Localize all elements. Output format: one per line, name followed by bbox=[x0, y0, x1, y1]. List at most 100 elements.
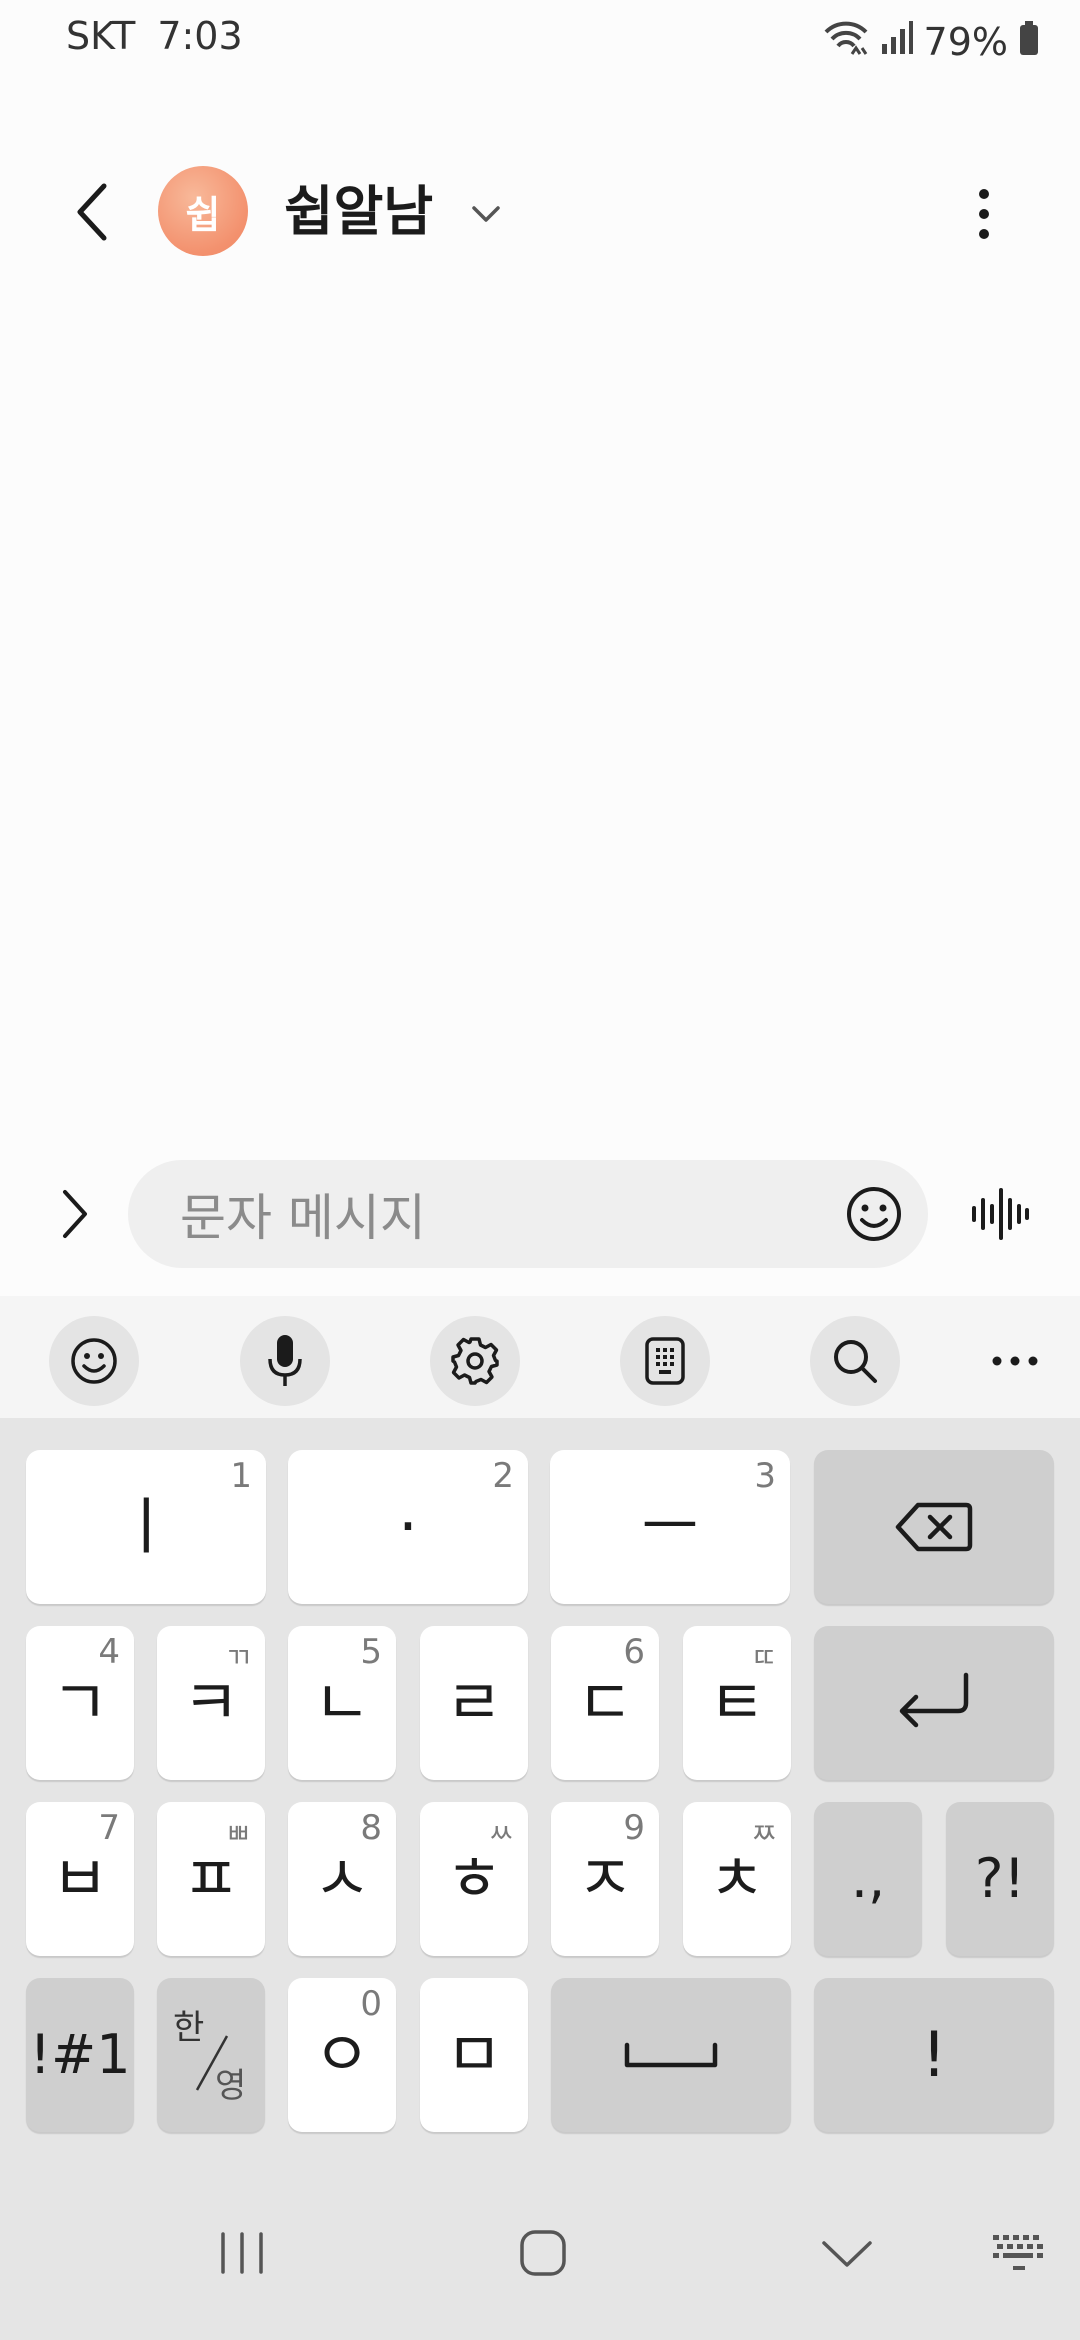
key-ieung[interactable]: ㅇ 0 bbox=[288, 1978, 396, 2132]
key-sub-label: 3 bbox=[754, 1456, 776, 1496]
language-switch-key[interactable]: 한 영 bbox=[157, 1978, 265, 2132]
key-dot[interactable]: · 2 bbox=[288, 1450, 528, 1604]
key-mieum[interactable]: ㅁ bbox=[420, 1978, 528, 2132]
key-sub-label: 8 bbox=[360, 1808, 382, 1848]
keyboard-toolbar bbox=[0, 1296, 1080, 1418]
key-giyeok[interactable]: ㄱ 4 bbox=[26, 1626, 134, 1780]
enter-key[interactable] bbox=[814, 1626, 1054, 1780]
key-label: ㅂ bbox=[51, 1842, 109, 1915]
signal-icon bbox=[880, 20, 914, 65]
key-label: ., bbox=[850, 1847, 886, 1910]
key-eu[interactable]: ㅡ 3 bbox=[550, 1450, 790, 1604]
key-label: ㄱ bbox=[51, 1666, 109, 1739]
symbols-key[interactable]: !#1 bbox=[26, 1978, 134, 2132]
key-label: ㅅ bbox=[313, 1842, 371, 1915]
enter-icon bbox=[899, 1672, 969, 1728]
composer-row: 문자 메시지 bbox=[0, 1160, 1080, 1270]
key-chieut[interactable]: ㅊ ㅉ bbox=[683, 1802, 791, 1956]
avatar-initial: 쉽 bbox=[185, 192, 221, 237]
key-label: ㄹ bbox=[445, 1666, 503, 1739]
key-sub-label: 4 bbox=[98, 1632, 120, 1672]
key-kieuk[interactable]: ㅋ ㄲ bbox=[157, 1626, 265, 1780]
key-label: ?! bbox=[974, 1847, 1026, 1910]
keyboard-switch-button[interactable] bbox=[964, 2208, 1074, 2298]
back-arrow-icon bbox=[77, 183, 107, 241]
conversation-header: 쉽 쉽알남 bbox=[0, 150, 1080, 274]
key-question-exclaim[interactable]: ?! bbox=[946, 1802, 1054, 1956]
voice-record-button[interactable] bbox=[962, 1182, 1038, 1246]
more-vertical-icon bbox=[979, 189, 989, 239]
home-button[interactable] bbox=[488, 2208, 598, 2298]
recent-apps-icon bbox=[221, 2232, 263, 2274]
key-label: ㅈ bbox=[576, 1842, 634, 1915]
keyboard-voice-input-button[interactable] bbox=[240, 1316, 330, 1406]
key-sub-label: 0 bbox=[360, 1984, 382, 2024]
keyboard-icon bbox=[993, 2235, 1043, 2270]
key-period-comma[interactable]: ., bbox=[814, 1802, 922, 1956]
message-input[interactable]: 문자 메시지 bbox=[128, 1160, 928, 1268]
smiley-icon bbox=[71, 1338, 117, 1384]
key-hieut[interactable]: ㅎ ㅆ bbox=[420, 1802, 528, 1956]
battery-icon bbox=[1018, 20, 1040, 65]
contact-avatar[interactable]: 쉽 bbox=[158, 166, 248, 256]
slash-divider bbox=[195, 2035, 229, 2091]
recent-apps-button[interactable] bbox=[187, 2208, 297, 2298]
key-pieup[interactable]: ㅍ ㅃ bbox=[157, 1802, 265, 1956]
status-bar: SKT 7:03 79% bbox=[0, 0, 1080, 84]
clock: 7:03 bbox=[157, 14, 243, 58]
key-label: !#1 bbox=[29, 2023, 131, 2086]
keyboard: ㅣ 1 · 2 ㅡ 3 ㄱ 4 ㅋ ㄲ ㄴ 5 ㄹ ㄷ 6 ㅌ ㄸ ㅂ 7 ㅍ … bbox=[0, 1418, 1080, 2170]
key-tieut[interactable]: ㅌ ㄸ bbox=[683, 1626, 791, 1780]
key-label: · bbox=[398, 1490, 418, 1563]
key-label: ㅇ bbox=[313, 2018, 371, 2091]
key-sub-label: ㄲ bbox=[225, 1641, 251, 1674]
key-label: ㅁ bbox=[445, 2018, 503, 2091]
key-label: ㅌ bbox=[708, 1666, 766, 1739]
keyboard-more-button[interactable] bbox=[970, 1316, 1060, 1406]
key-rieul[interactable]: ㄹ bbox=[420, 1626, 528, 1780]
key-sub-label: 1 bbox=[230, 1456, 252, 1496]
key-siot[interactable]: ㅅ 8 bbox=[288, 1802, 396, 1956]
key-sub-label: ㅉ bbox=[751, 1817, 777, 1850]
wifi-icon bbox=[822, 18, 870, 67]
key-digeut[interactable]: ㄷ 6 bbox=[551, 1626, 659, 1780]
key-jieut[interactable]: ㅈ 9 bbox=[551, 1802, 659, 1956]
key-label: ㅡ bbox=[641, 1490, 699, 1563]
chevron-down-icon[interactable] bbox=[464, 192, 508, 236]
keyboard-settings-button[interactable] bbox=[430, 1316, 520, 1406]
back-button[interactable] bbox=[54, 174, 130, 250]
gear-icon bbox=[451, 1337, 499, 1385]
key-label: ㅋ bbox=[182, 1666, 240, 1739]
key-sub-label: 9 bbox=[623, 1808, 645, 1848]
keyboard-emoji-button[interactable] bbox=[49, 1316, 139, 1406]
key-label: ! bbox=[921, 2018, 947, 2091]
sound-wave-icon bbox=[972, 1188, 1029, 1240]
key-label: ㅣ bbox=[117, 1490, 175, 1563]
space-bar-icon bbox=[624, 2042, 718, 2068]
key-label: ㅎ bbox=[445, 1842, 503, 1915]
smiley-icon bbox=[847, 1187, 901, 1241]
backspace-icon bbox=[895, 1502, 973, 1552]
chevron-right-icon bbox=[63, 1190, 87, 1238]
key-label: ㅍ bbox=[182, 1842, 240, 1915]
backspace-key[interactable] bbox=[814, 1450, 1054, 1604]
battery-percent: 79% bbox=[923, 20, 1008, 64]
key-label: ㄴ bbox=[313, 1666, 371, 1739]
chevron-down-icon bbox=[822, 2241, 872, 2267]
space-key[interactable] bbox=[551, 1978, 791, 2132]
key-nieun[interactable]: ㄴ 5 bbox=[288, 1626, 396, 1780]
message-placeholder: 문자 메시지 bbox=[180, 1189, 426, 1247]
key-sub-label: 7 bbox=[98, 1808, 120, 1848]
expand-button[interactable] bbox=[40, 1178, 110, 1250]
emoji-button[interactable] bbox=[842, 1182, 906, 1246]
hide-keyboard-button[interactable] bbox=[792, 2208, 902, 2298]
more-options-button[interactable] bbox=[948, 178, 1020, 250]
keyboard-search-button[interactable] bbox=[810, 1316, 900, 1406]
search-icon bbox=[834, 1340, 877, 1383]
keyboard-mode-button[interactable] bbox=[620, 1316, 710, 1406]
key-i[interactable]: ㅣ 1 bbox=[26, 1450, 266, 1604]
key-sub-label: 5 bbox=[360, 1632, 382, 1672]
key-bieup[interactable]: ㅂ 7 bbox=[26, 1802, 134, 1956]
contact-name[interactable]: 쉽알남 bbox=[284, 174, 433, 250]
key-exclamation[interactable]: ! bbox=[814, 1978, 1054, 2132]
